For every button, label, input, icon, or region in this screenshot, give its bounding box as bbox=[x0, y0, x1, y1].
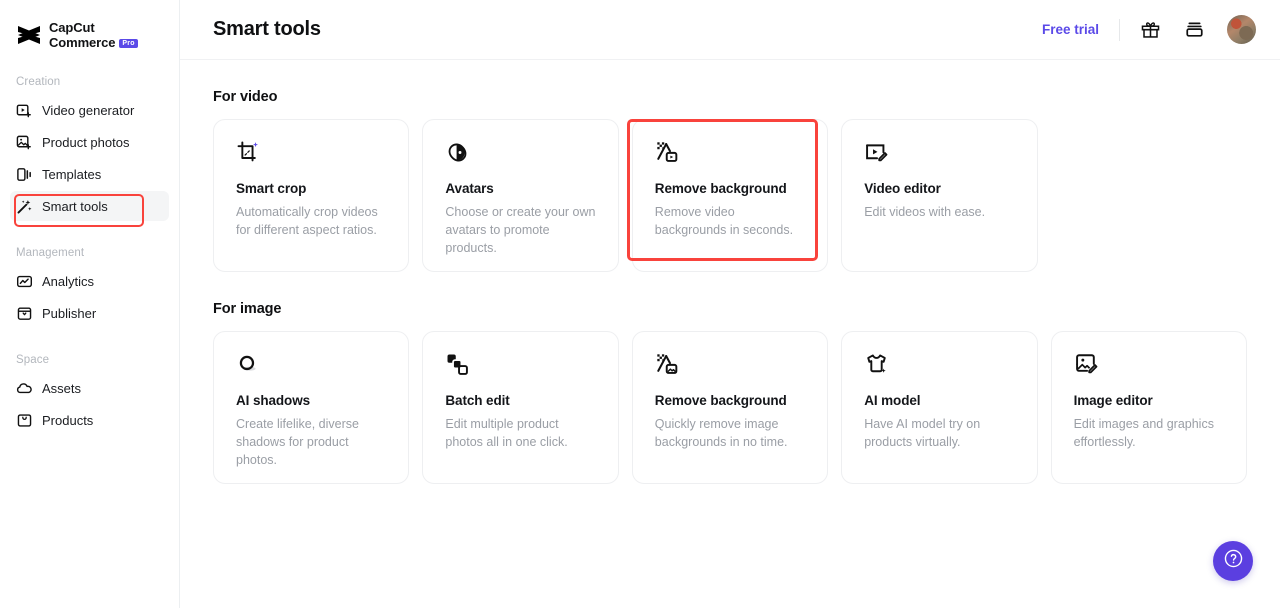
video-edit-icon bbox=[864, 140, 889, 165]
card-description: Edit images and graphics effortlessly. bbox=[1074, 415, 1224, 451]
remove-video-background-icon bbox=[655, 140, 680, 165]
section-title-for-image: For image bbox=[213, 301, 1247, 317]
sidebar-item-product-photos[interactable]: Product photos bbox=[10, 127, 169, 157]
for-image-card-grid: AI shadows Create lifelike, diverse shad… bbox=[213, 331, 1247, 484]
box-icon bbox=[16, 412, 33, 429]
sidebar-item-label: Publisher bbox=[42, 306, 96, 321]
tool-card-ai-model[interactable]: AI model Have AI model try on products v… bbox=[841, 331, 1037, 484]
sidebar-item-analytics[interactable]: Analytics bbox=[10, 266, 169, 296]
tool-card-remove-background-video[interactable]: Remove background Remove video backgroun… bbox=[632, 119, 828, 272]
tool-card-batch-edit[interactable]: Batch edit Edit multiple product photos … bbox=[422, 331, 618, 484]
card-title: Smart crop bbox=[236, 181, 386, 196]
smart-crop-icon bbox=[236, 140, 261, 165]
tshirt-sparkle-icon bbox=[864, 352, 889, 377]
grid-spacer bbox=[1051, 119, 1247, 272]
gift-icon[interactable] bbox=[1139, 19, 1161, 41]
sidebar-item-label: Analytics bbox=[42, 274, 94, 289]
sidebar-item-label: Templates bbox=[42, 167, 101, 182]
card-title: AI shadows bbox=[236, 393, 386, 408]
sidebar: CapCut Commerce Pro Creation Video gener… bbox=[0, 0, 180, 608]
sidebar-section-label: Creation bbox=[0, 76, 179, 95]
page-title: Smart tools bbox=[213, 18, 321, 41]
tool-card-video-editor[interactable]: Video editor Edit videos with ease. bbox=[841, 119, 1037, 272]
sidebar-item-label: Assets bbox=[42, 381, 81, 396]
brand-line-2: Commerce bbox=[49, 36, 115, 50]
main-content: Smart tools Free trial For video bbox=[180, 0, 1280, 608]
image-edit-icon bbox=[1074, 352, 1099, 377]
card-description: Create lifelike, diverse shadows for pro… bbox=[236, 415, 386, 469]
app-root: CapCut Commerce Pro Creation Video gener… bbox=[0, 0, 1280, 608]
section-title-for-video: For video bbox=[213, 89, 1247, 105]
tool-card-image-editor[interactable]: Image editor Edit images and graphics ef… bbox=[1051, 331, 1247, 484]
tool-card-remove-background-image[interactable]: Remove background Quickly remove image b… bbox=[632, 331, 828, 484]
pro-badge: Pro bbox=[119, 39, 137, 49]
card-description: Edit videos with ease. bbox=[864, 203, 1014, 221]
sidebar-item-label: Video generator bbox=[42, 103, 134, 118]
sidebar-item-label: Product photos bbox=[42, 135, 129, 150]
cloud-icon bbox=[16, 380, 33, 397]
tools-content: For video Smart crop Automatically crop … bbox=[180, 89, 1280, 484]
question-mark-icon bbox=[1223, 548, 1244, 574]
calendar-icon bbox=[16, 305, 33, 322]
vertical-divider bbox=[1119, 19, 1120, 41]
sidebar-item-assets[interactable]: Assets bbox=[10, 373, 169, 403]
video-plus-icon bbox=[16, 102, 33, 119]
sidebar-section-space: Space Assets Products bbox=[0, 354, 179, 435]
card-description: Remove video backgrounds in seconds. bbox=[655, 203, 805, 239]
analytics-icon bbox=[16, 273, 33, 290]
card-title: Image editor bbox=[1074, 393, 1224, 408]
shadow-sphere-icon bbox=[236, 352, 261, 377]
help-button[interactable] bbox=[1213, 541, 1253, 581]
sidebar-section-management: Management Analytics Publisher bbox=[0, 247, 179, 328]
free-trial-button[interactable]: Free trial bbox=[1042, 22, 1099, 37]
card-title: AI model bbox=[864, 393, 1014, 408]
card-description: Have AI model try on products virtually. bbox=[864, 415, 1014, 451]
card-title: Avatars bbox=[445, 181, 595, 196]
sidebar-item-video-generator[interactable]: Video generator bbox=[10, 95, 169, 125]
card-title: Remove background bbox=[655, 181, 805, 196]
sidebar-item-label: Smart tools bbox=[42, 199, 108, 214]
sidebar-item-label: Products bbox=[42, 413, 93, 428]
sidebar-item-smart-tools[interactable]: Smart tools bbox=[10, 191, 169, 221]
card-description: Edit multiple product photos all in one … bbox=[445, 415, 595, 451]
tool-card-smart-crop[interactable]: Smart crop Automatically crop videos for… bbox=[213, 119, 409, 272]
brand-line-1: CapCut bbox=[49, 20, 95, 35]
user-avatar[interactable] bbox=[1227, 15, 1256, 44]
sidebar-item-products[interactable]: Products bbox=[10, 405, 169, 435]
sidebar-section-label: Management bbox=[0, 247, 179, 266]
magic-wand-icon bbox=[16, 198, 33, 215]
tool-card-avatars[interactable]: Avatars Choose or create your own avatar… bbox=[422, 119, 618, 272]
card-title: Remove background bbox=[655, 393, 805, 408]
capcut-logo-icon bbox=[16, 23, 42, 47]
for-video-card-grid: Smart crop Automatically crop videos for… bbox=[213, 119, 1247, 272]
top-bar-actions: Free trial bbox=[1042, 15, 1256, 44]
card-title: Video editor bbox=[864, 181, 1014, 196]
sidebar-item-templates[interactable]: Templates bbox=[10, 159, 169, 189]
sidebar-section-label: Space bbox=[0, 354, 179, 373]
tool-card-ai-shadows[interactable]: AI shadows Create lifelike, diverse shad… bbox=[213, 331, 409, 484]
sidebar-section-creation: Creation Video generator Product photos … bbox=[0, 76, 179, 221]
batch-squares-icon bbox=[445, 352, 470, 377]
card-title: Batch edit bbox=[445, 393, 595, 408]
avatar-face-icon bbox=[445, 140, 470, 165]
remove-image-background-icon bbox=[655, 352, 680, 377]
card-description: Automatically crop videos for different … bbox=[236, 203, 386, 239]
sidebar-item-publisher[interactable]: Publisher bbox=[10, 298, 169, 328]
image-plus-icon bbox=[16, 134, 33, 151]
card-description: Choose or create your own avatars to pro… bbox=[445, 203, 595, 257]
stack-icon[interactable] bbox=[1183, 19, 1205, 41]
brand-logo[interactable]: CapCut Commerce Pro bbox=[0, 0, 179, 50]
card-description: Quickly remove image backgrounds in no t… bbox=[655, 415, 805, 451]
templates-icon bbox=[16, 166, 33, 183]
top-bar: Smart tools Free trial bbox=[180, 0, 1280, 60]
